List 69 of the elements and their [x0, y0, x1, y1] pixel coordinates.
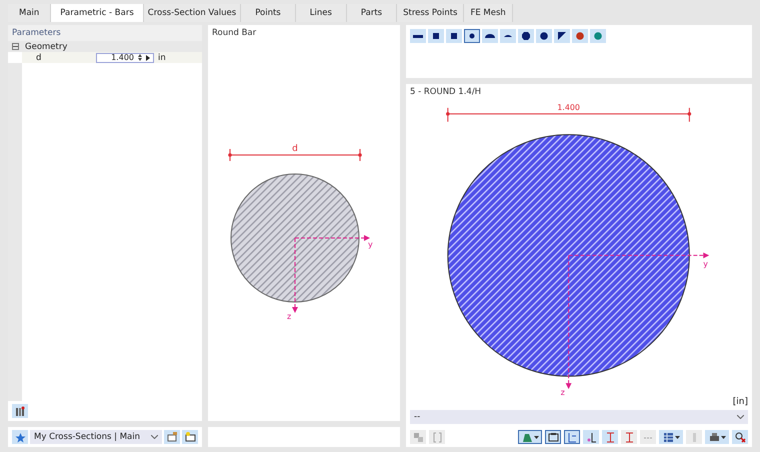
shape-button[interactable] — [464, 29, 480, 43]
dimension-label: 1.400 — [557, 102, 580, 112]
table-icon — [662, 432, 674, 442]
toolbar-button[interactable] — [732, 430, 748, 444]
shape-icon — [538, 31, 550, 41]
caret-icon — [674, 436, 680, 438]
caret-icon — [534, 436, 538, 438]
unit-label: in — [158, 52, 166, 62]
toolbar-button[interactable] — [659, 430, 683, 444]
axis-label: z — [560, 388, 565, 397]
panel-title: Parameters — [8, 25, 202, 41]
panel-title: 5 - ROUND 1.4/H — [409, 86, 482, 99]
parameter-name: d — [35, 52, 42, 62]
points-icon — [586, 432, 596, 442]
value-field[interactable]: 1.400 — [96, 52, 154, 62]
library-button[interactable] — [12, 404, 28, 418]
frame-icon — [548, 432, 558, 442]
shape-button[interactable] — [518, 29, 534, 43]
ibeam-icon — [624, 432, 634, 442]
ibeam-icon — [604, 432, 616, 442]
swap-icon — [412, 432, 424, 442]
shape-button[interactable] — [410, 29, 426, 43]
toolbar-button[interactable] — [564, 430, 580, 444]
axis-label: y — [368, 240, 373, 249]
close-icon — [734, 432, 746, 442]
axes-icon — [566, 432, 578, 442]
spinner-icon[interactable] — [138, 54, 142, 61]
shape-icon — [556, 31, 568, 41]
shape-button[interactable] — [536, 29, 552, 43]
window-icon — [166, 432, 178, 442]
tab[interactable]: Parametric - Bars — [51, 4, 144, 22]
shape-icon — [574, 31, 586, 41]
dimension-label: d — [292, 144, 298, 154]
panel-title: Round Bar — [211, 27, 258, 40]
view-icon — [522, 432, 532, 442]
shape-icon — [592, 31, 604, 41]
unit-label: [in] — [732, 397, 748, 407]
shape-icon — [430, 31, 442, 41]
chevron-icon — [151, 435, 158, 439]
print-icon — [708, 432, 720, 442]
shape-icon — [448, 31, 460, 41]
shape-button[interactable] — [500, 29, 516, 43]
favorite-button[interactable] — [12, 430, 28, 444]
result-dropdown[interactable]: -- — [410, 410, 748, 424]
new-window-button[interactable] — [182, 430, 198, 444]
play-icon[interactable] — [146, 54, 150, 60]
toolbar-button[interactable] — [705, 430, 729, 444]
toolbar-button[interactable] — [518, 430, 542, 444]
toolbar-button[interactable] — [545, 430, 561, 444]
chevron-icon — [737, 415, 744, 419]
axis-label: z — [287, 312, 292, 321]
window-icon — [184, 432, 196, 442]
library-dropdown[interactable]: My Cross-Sections | Main — [30, 430, 162, 444]
books-icon — [14, 406, 26, 416]
shape-icon — [484, 31, 496, 41]
shape-button[interactable] — [428, 29, 444, 43]
star-icon — [14, 432, 26, 442]
shape-button[interactable] — [482, 29, 498, 43]
toolbar-button[interactable] — [583, 430, 599, 444]
caret-icon — [720, 436, 726, 438]
shape-icon — [520, 31, 532, 41]
tab[interactable]: Lines — [296, 4, 347, 22]
shape-button[interactable] — [446, 29, 462, 43]
collapse-icon[interactable] — [12, 43, 19, 50]
axis-label: y — [703, 259, 708, 268]
bracket-icon — [432, 432, 442, 442]
shape-button[interactable] — [554, 29, 570, 43]
export-button[interactable] — [164, 430, 180, 444]
group-label: Geometry — [25, 42, 68, 52]
